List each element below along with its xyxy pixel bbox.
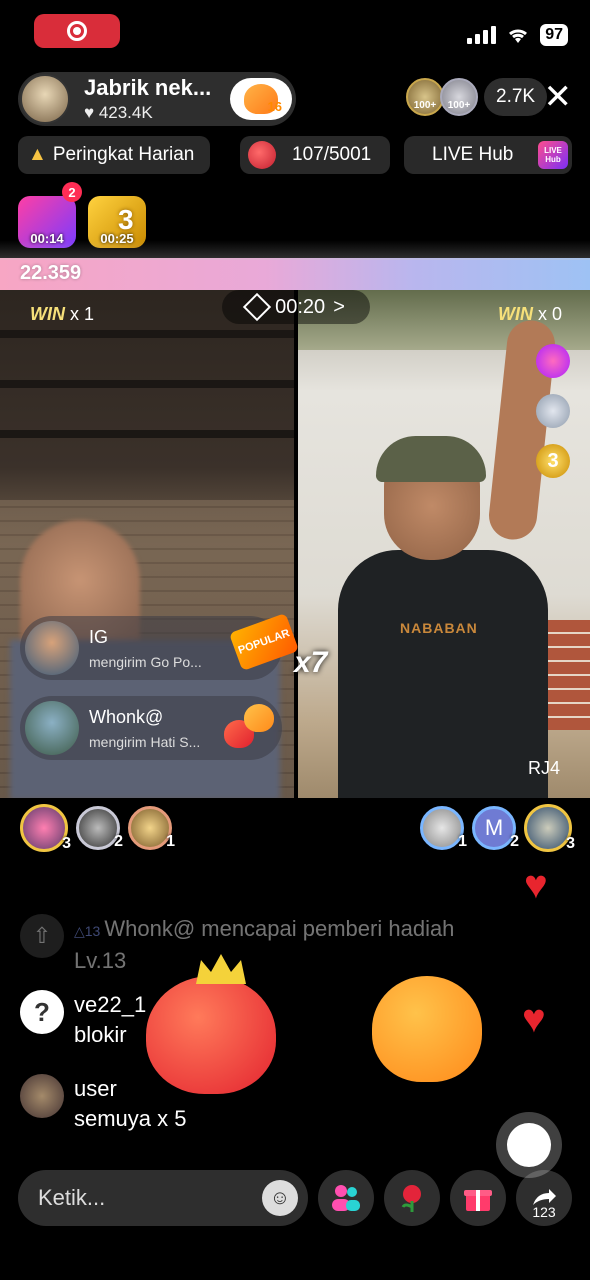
win-label: WIN [30,304,65,324]
gift-goal-progress: 107/5001 [292,144,372,165]
gift-goal-button[interactable]: 107/5001 [240,136,390,174]
gift-action: mengirim Go Po... [89,653,202,670]
chevron-right-icon: > [333,295,345,318]
supporter-rank: 3 [566,835,575,852]
record-icon [67,21,87,41]
supporter-rank: 1 [166,833,175,850]
upgrade-icon: ⇧ [20,914,64,958]
live-hub-label: LIVE Hub [432,144,514,165]
host-profile-card[interactable]: Jabrik nek... ♥ 423.4K 16 [18,72,296,126]
win-label: WIN [497,304,533,324]
supporter-avatar[interactable]: 2 [76,806,123,850]
status-bar: 97 [467,24,568,46]
win-count: x 0 [537,304,562,324]
shirt-print-text: NABABAN [400,620,478,636]
close-icon[interactable]: ✕ [544,80,573,114]
follow-count: 16 [267,99,282,114]
level-badge: △13 [74,923,101,939]
diamond-icon [242,292,272,322]
chat-message[interactable]: ? ve22_1 blokir [20,990,146,1050]
combo-multiplier: x7 [294,646,328,679]
gift-sender-name: Whonk@ [89,706,164,727]
screen-record-indicator[interactable] [34,14,120,48]
heart-icon: ♥ [524,863,548,907]
chat-text: Whonk@ mencapai pemberi hadiah [104,916,455,941]
share-button[interactable]: 123 [516,1170,572,1226]
multi-guest-button[interactable] [318,1170,374,1226]
three-boost-icon[interactable]: 3 [536,444,570,478]
battle-timer[interactable]: 00:20 > [222,290,370,324]
top-viewers[interactable]: 100+ 100+ 2.7K [406,78,548,116]
right-side-boosts: 3 [536,344,570,478]
people-icon [332,1185,360,1211]
heart-character-icon [352,972,512,1112]
live-hub-icon: LIVE Hub [538,141,568,169]
viewer-badge[interactable]: 100+ [406,78,444,116]
supporter-rank: 3 [62,835,71,852]
gift-button[interactable] [450,1170,506,1226]
host-name: Jabrik nek... [84,75,212,100]
battery-indicator: 97 [540,24,568,46]
live-hub-button[interactable]: LIVE Hub LIVE Hub [404,136,572,174]
thumb-up-icon: ▲ [28,144,47,165]
supporter-avatar[interactable]: 3 [524,804,575,852]
timer-value: 00:20 [275,295,326,318]
avatar [20,1074,64,1118]
battle-score: 22.359 [20,262,82,284]
avatar [25,621,79,675]
comment-input[interactable]: Ketik... ☺ [18,1170,308,1226]
gift-action: mengirim Hati S... [89,733,201,750]
supporter-initial: M [484,815,504,840]
avatar [25,701,79,755]
supporter-avatar[interactable]: 1 [128,806,175,850]
heart-icon: ♥ [522,997,546,1041]
gift-goal-icon [248,141,276,169]
daily-ranking-button[interactable]: ▲ Peringkat Harian [18,136,210,174]
supporter-avatar[interactable]: 1 [420,806,467,850]
host-avatar[interactable] [20,74,70,124]
question-icon: ? [20,990,64,1034]
right-top-supporters: 1 M2 3 [420,804,575,852]
cloud-boost-icon[interactable] [536,394,570,428]
assistive-touch-button[interactable] [496,1112,562,1178]
host-likes: ♥ 423.4K [84,103,153,122]
supporter-avatar[interactable]: 3 [20,804,71,852]
lightning-boost-icon[interactable] [536,344,570,378]
gift-notification[interactable]: Whonk@ mengirim Hati S... [20,696,282,760]
gift-sender-name: IG [89,626,109,647]
emoji-icon[interactable]: ☺ [262,1180,298,1216]
opponent-label: RJ4 [527,758,560,778]
viewer-badge[interactable]: 100+ [440,78,478,116]
wifi-icon [509,29,528,43]
rose-gift-button[interactable] [384,1170,440,1226]
rose-icon [401,1185,421,1212]
supporter-avatar[interactable]: M2 [472,806,519,850]
notification-badge: 2 [62,182,82,202]
gift-notification[interactable]: IG mengirim Go Po... POPULAR [20,612,300,680]
heart-gift-icon [218,700,276,754]
comment-placeholder: Ketik... [38,1185,106,1210]
win-count: x 1 [70,304,95,324]
share-count: 123 [532,1204,556,1220]
heart-character-icon [136,954,296,1100]
signal-icon [467,26,497,44]
right-win-counter: WIN x 0 [498,304,562,325]
battle-score-bar [0,240,590,290]
supporter-rank: 2 [114,833,123,850]
chat-text: semuya x 5 [74,1106,187,1131]
daily-ranking-label: Peringkat Harian [52,144,195,165]
left-win-counter: WIN x 1 [30,304,94,325]
follow-button[interactable]: 16 [230,78,292,120]
supporter-rank: 1 [458,833,467,850]
viewer-count[interactable]: 2.7K [484,78,548,116]
gift-icon [464,1190,492,1211]
left-top-supporters: 3 2 1 [20,804,175,852]
supporter-rank: 2 [510,833,519,850]
